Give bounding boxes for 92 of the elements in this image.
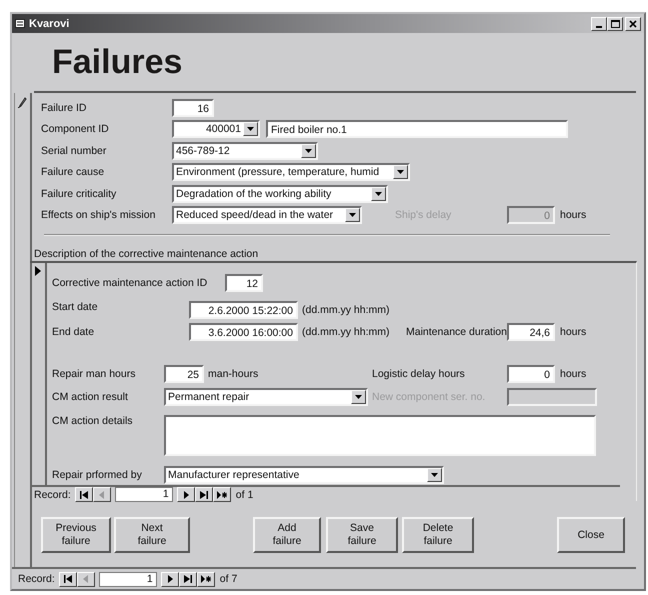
- current-record-icon: [34, 266, 40, 276]
- field-label: Repair prformed by: [52, 469, 143, 481]
- field-label: Corrective maintenance action ID: [52, 277, 208, 289]
- dropdown-field[interactable]: 456-789-12: [172, 142, 318, 160]
- dropdown-field[interactable]: 400001: [172, 120, 260, 138]
- field-label: Failure ID: [41, 102, 88, 114]
- first-record-button[interactable]: [58, 572, 77, 586]
- last-record-button[interactable]: [194, 487, 213, 502]
- form-title: Failures: [52, 42, 182, 82]
- format-hint: man-hours: [208, 368, 258, 380]
- command-button[interactable]: Delete failure: [402, 517, 474, 553]
- new-record-button[interactable]: [196, 572, 215, 586]
- unit-label: hours: [560, 209, 586, 222]
- dropdown-field[interactable]: Environment (pressure, temperature, humid: [172, 163, 410, 182]
- field-label: Failure cause: [41, 166, 106, 178]
- dropdown-field[interactable]: Degradation of the working ability: [172, 184, 388, 203]
- field-label: Component ID: [41, 123, 110, 136]
- command-button[interactable]: Previous failure: [41, 517, 111, 553]
- command-button[interactable]: Save failure: [326, 517, 398, 553]
- caret-icon: [431, 473, 438, 477]
- field-label: CM action result: [52, 391, 129, 403]
- dropdown-button[interactable]: [345, 208, 360, 222]
- record-count: of 1: [236, 488, 254, 500]
- format-hint: (dd.mm.yy hh:mm): [302, 326, 390, 338]
- minimize-icon: [596, 26, 602, 28]
- command-button[interactable]: Add failure: [253, 517, 321, 553]
- maximize-button[interactable]: [607, 16, 623, 30]
- record-number-field[interactable]: 1: [114, 487, 173, 502]
- minimize-button[interactable]: [591, 16, 607, 30]
- record-label: Record:: [34, 488, 71, 500]
- input-field[interactable]: 0: [507, 365, 555, 383]
- triangle-star-icon: [216, 490, 227, 498]
- caret-icon: [397, 170, 404, 174]
- last-record-button[interactable]: [178, 572, 197, 586]
- dropdown-button[interactable]: [351, 390, 366, 404]
- dropdown-button[interactable]: [301, 144, 316, 158]
- field-label: Repair man hours: [52, 368, 136, 380]
- subform-caption: Description of the corrective maintenance action: [34, 248, 260, 260]
- caret-icon: [247, 127, 254, 132]
- caret-icon: [355, 395, 362, 399]
- triangle-star-icon: [200, 575, 211, 583]
- format-hint: (dd.mm.yy hh:mm): [302, 304, 390, 316]
- unit-label: hours: [560, 326, 586, 338]
- field-label: Serial number: [41, 144, 108, 157]
- dropdown-field[interactable]: Permanent repair: [164, 388, 368, 406]
- skip-start-icon: [62, 575, 73, 583]
- dropdown-button[interactable]: [427, 468, 442, 482]
- caret-icon: [305, 148, 312, 153]
- text-area[interactable]: [164, 415, 596, 456]
- field-label: Effects on ship's mission: [41, 209, 156, 222]
- dropdown-button[interactable]: [393, 165, 408, 180]
- input-field[interactable]: Fired boiler no.1: [266, 120, 568, 138]
- field-label: CM action details: [52, 415, 134, 427]
- form-icon: [15, 19, 25, 28]
- dropdown-field[interactable]: Manufacturer representative: [164, 466, 444, 484]
- dropdown-button[interactable]: [371, 186, 386, 201]
- skip-end-icon: [198, 490, 209, 498]
- triangle-left-icon: [80, 575, 91, 583]
- field-label: Failure criticality: [41, 188, 118, 200]
- pencil-icon: [18, 97, 27, 108]
- command-button[interactable]: Next failure: [114, 517, 190, 553]
- skip-end-icon: [182, 575, 193, 583]
- first-record-button[interactable]: [74, 487, 93, 502]
- caret-icon: [349, 213, 356, 218]
- skip-start-icon: [78, 490, 89, 498]
- record-label: Record:: [18, 573, 55, 585]
- window-title: Kvarovi: [29, 18, 70, 30]
- field-label: Logistic delay hours: [372, 368, 466, 380]
- next-record-button[interactable]: [176, 487, 195, 502]
- record-count: of 7: [220, 573, 238, 585]
- maximize-icon: [610, 20, 620, 28]
- unit-label: hours: [560, 368, 586, 380]
- record-selector[interactable]: [14, 93, 32, 567]
- triangle-left-icon: [96, 490, 107, 498]
- input-field[interactable]: 25: [164, 365, 204, 383]
- close-icon: [629, 20, 637, 28]
- caret-icon: [375, 192, 382, 196]
- new-record-button[interactable]: [212, 487, 231, 502]
- field-label: End date: [52, 326, 96, 338]
- input-field[interactable]: 2.6.2000 15:22:00: [189, 301, 298, 319]
- input-field[interactable]: 12: [225, 274, 263, 292]
- input-field[interactable]: 3.6.2000 16:00:00: [189, 323, 298, 341]
- input-field[interactable]: 24,6: [507, 323, 555, 341]
- close-button[interactable]: [625, 16, 641, 30]
- next-record-button[interactable]: [160, 572, 179, 586]
- record-number-field[interactable]: 1: [98, 572, 157, 586]
- input-field[interactable]: 16: [172, 98, 214, 117]
- field-label: Start date: [52, 301, 99, 313]
- command-button[interactable]: Close: [557, 517, 625, 553]
- field-label: Maintenance duration: [406, 326, 507, 338]
- dropdown-field[interactable]: Reduced speed/dead in the water: [172, 206, 362, 224]
- dropdown-button[interactable]: [243, 122, 258, 136]
